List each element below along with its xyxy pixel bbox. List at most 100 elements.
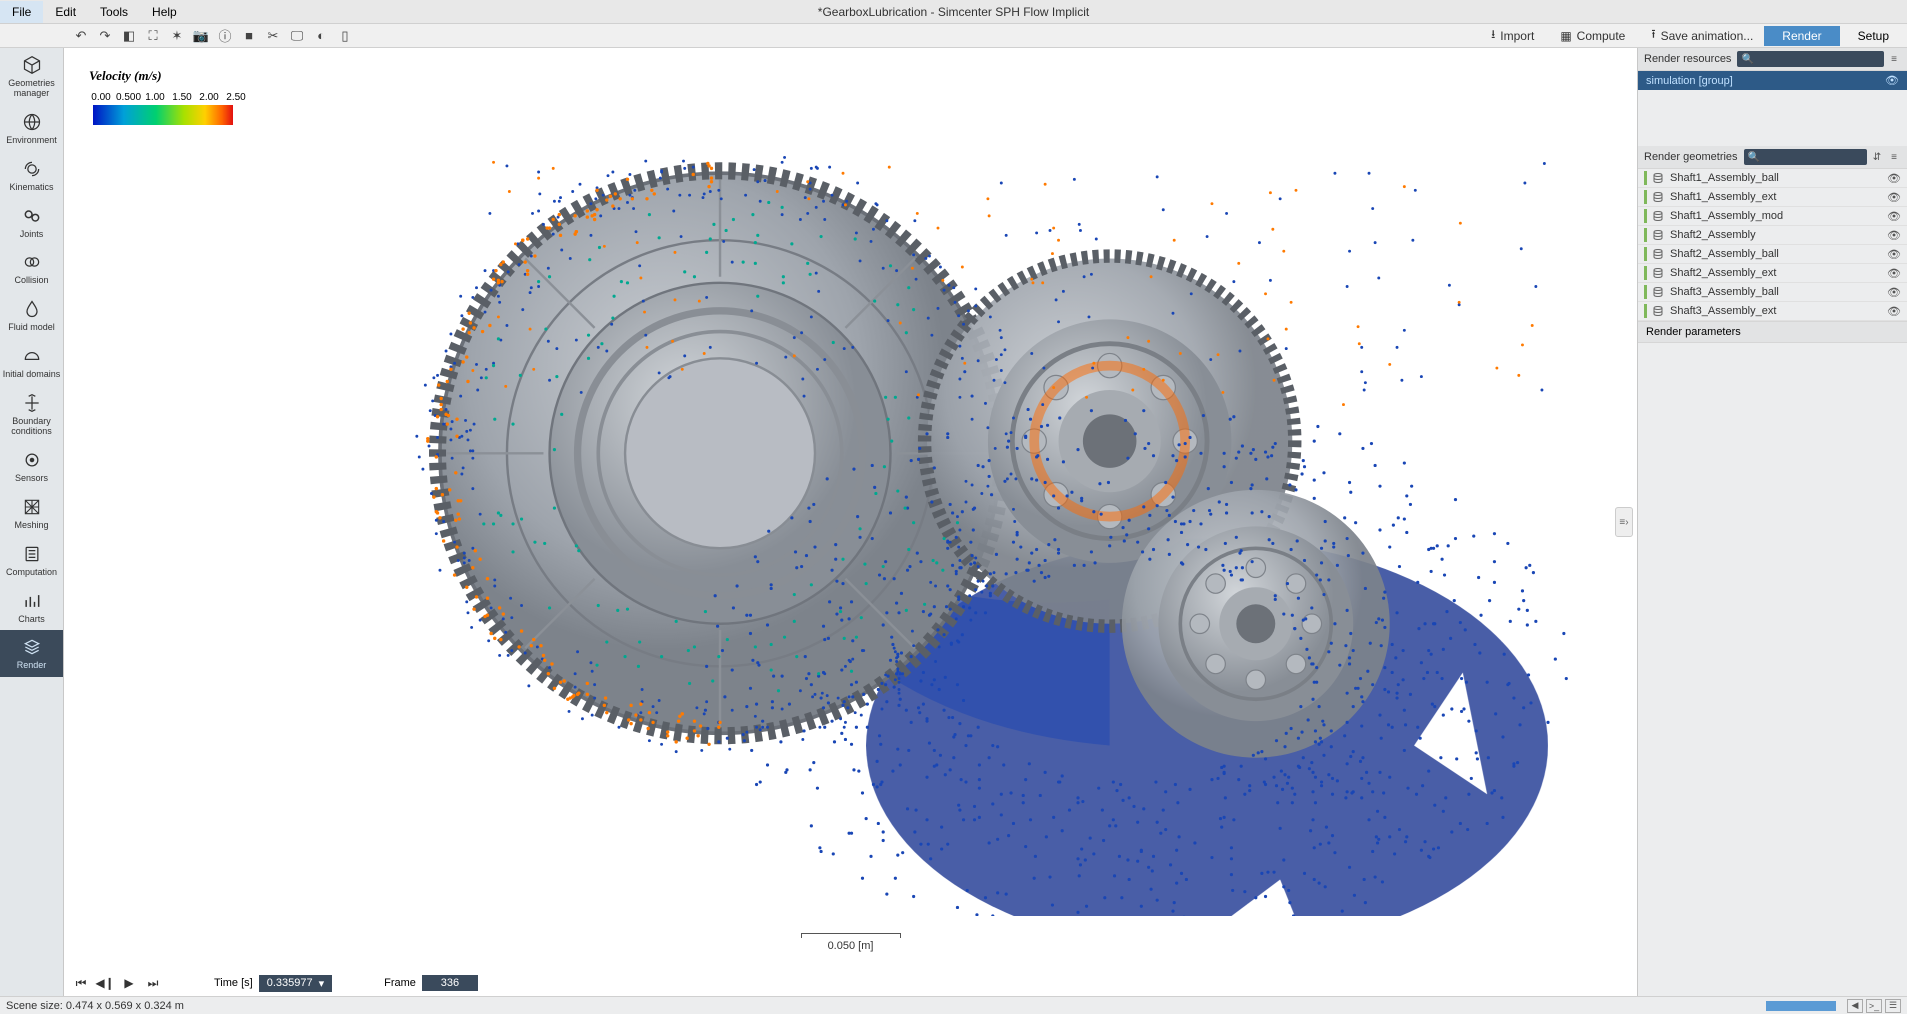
geometries-search[interactable]: 🔍 bbox=[1744, 149, 1867, 165]
sidebar-item-render[interactable]: Render bbox=[0, 630, 63, 677]
tab-setup[interactable]: Setup bbox=[1840, 26, 1907, 46]
crop-icon[interactable]: ✂ bbox=[262, 26, 284, 46]
timeline: ⏮ ◀❙ ▶ ⏭ Time [s] 0.335977▾ Frame 336 bbox=[72, 972, 1629, 994]
right-panel: Render resources 🔍 ≡ simulation [group] … bbox=[1637, 48, 1907, 996]
globe-icon bbox=[21, 111, 43, 133]
sidebar-label: Environment bbox=[6, 136, 57, 146]
menu-tools[interactable]: Tools bbox=[88, 1, 140, 23]
sidebar-item-kinematics[interactable]: Kinematics bbox=[0, 152, 63, 199]
sidebar-label: Sensors bbox=[15, 474, 48, 484]
chart-icon bbox=[21, 590, 43, 612]
step-back-icon[interactable]: ◀❙ bbox=[96, 974, 114, 992]
time-select[interactable]: 0.335977▾ bbox=[259, 975, 332, 992]
geometry-item[interactable]: Shaft1_Assembly_ball👁 bbox=[1638, 169, 1907, 188]
video-icon[interactable]: ■ bbox=[238, 26, 260, 46]
eye-icon[interactable]: 👁 bbox=[1887, 172, 1901, 185]
collision-icon bbox=[21, 251, 43, 273]
eye-icon[interactable]: 👁 bbox=[1887, 267, 1901, 280]
sidebar-item-environment[interactable]: Environment bbox=[0, 105, 63, 152]
menu-help[interactable]: Help bbox=[140, 1, 189, 23]
sidebar-item-initial-domains[interactable]: Initial domains bbox=[0, 339, 63, 386]
geometry-item[interactable]: Shaft3_Assembly_ext👁 bbox=[1638, 302, 1907, 321]
frame-value[interactable]: 336 bbox=[422, 975, 478, 991]
sidebar-item-geometries[interactable]: Geometries manager bbox=[0, 48, 63, 105]
geometry-name: Shaft2_Assembly_ball bbox=[1670, 248, 1887, 260]
undo-icon[interactable]: ↶ bbox=[70, 26, 92, 46]
geometry-name: Shaft3_Assembly_ext bbox=[1670, 305, 1887, 317]
menu-bar: File Edit Tools Help *GearboxLubrication… bbox=[0, 0, 1907, 24]
collapse-view-icon[interactable]: ✶ bbox=[166, 26, 188, 46]
sidebar-item-charts[interactable]: Charts bbox=[0, 584, 63, 631]
camera-icon[interactable]: 📷 bbox=[190, 26, 212, 46]
target-icon bbox=[21, 449, 43, 471]
console-icon[interactable]: >_ bbox=[1866, 999, 1882, 1013]
sidebar-item-fluid[interactable]: Fluid model bbox=[0, 292, 63, 339]
sidebar-label: Initial domains bbox=[3, 370, 61, 380]
skip-end-icon[interactable]: ⏭ bbox=[144, 974, 162, 992]
geometry-item[interactable]: Shaft2_Assembly_ext👁 bbox=[1638, 264, 1907, 283]
info-icon[interactable]: ⓘ bbox=[214, 26, 236, 46]
render-parameters-header: Render parameters bbox=[1638, 321, 1907, 343]
contrast-icon[interactable]: ◐ bbox=[310, 26, 332, 46]
sidebar-item-meshing[interactable]: Meshing bbox=[0, 490, 63, 537]
sidebar-item-sensors[interactable]: Sensors bbox=[0, 443, 63, 490]
screen-icon[interactable]: 🖵 bbox=[286, 26, 308, 46]
geometry-item[interactable]: Shaft1_Assembly_mod👁 bbox=[1638, 207, 1907, 226]
sidebar-label: Collision bbox=[14, 276, 48, 286]
cube-view-icon[interactable]: ◧ bbox=[118, 26, 140, 46]
eye-icon[interactable]: 👁 bbox=[1885, 74, 1899, 87]
expand-panel-icon[interactable]: ≡› bbox=[1615, 507, 1633, 537]
import-button[interactable]: ⭳Import bbox=[1480, 26, 1545, 46]
sidebar-item-boundary[interactable]: Boundary conditions bbox=[0, 386, 63, 443]
geometry-name: Shaft2_Assembly bbox=[1670, 229, 1887, 241]
sidebar-label: Charts bbox=[18, 615, 45, 625]
menu-file[interactable]: File bbox=[0, 1, 43, 23]
sidebar-item-collision[interactable]: Collision bbox=[0, 245, 63, 292]
progress-bar bbox=[1766, 1001, 1836, 1011]
sort-icon[interactable]: ⇵ bbox=[1870, 150, 1884, 164]
eye-icon[interactable]: 👁 bbox=[1887, 305, 1901, 318]
database-icon bbox=[1652, 248, 1664, 260]
geometry-item[interactable]: Shaft2_Assembly_ball👁 bbox=[1638, 245, 1907, 264]
menu-edit[interactable]: Edit bbox=[43, 1, 88, 23]
layers-icon bbox=[21, 636, 43, 658]
window-title: *GearboxLubrication - Simcenter SPH Flow… bbox=[818, 5, 1089, 19]
skip-start-icon[interactable]: ⏮ bbox=[72, 974, 90, 992]
tab-render[interactable]: Render bbox=[1764, 26, 1839, 46]
resource-row-simulation[interactable]: simulation [group] 👁 bbox=[1638, 71, 1907, 90]
geometry-item[interactable]: Shaft2_Assembly👁 bbox=[1638, 226, 1907, 245]
eye-icon[interactable]: 👁 bbox=[1887, 191, 1901, 204]
list-icon[interactable]: ☰ bbox=[1885, 999, 1901, 1013]
geometries-list: Shaft1_Assembly_ball👁Shaft1_Assembly_ext… bbox=[1638, 169, 1907, 321]
resources-search[interactable]: 🔍 bbox=[1737, 51, 1884, 67]
geometry-name: Shaft1_Assembly_ext bbox=[1670, 191, 1887, 203]
filter-icon[interactable]: ≡ bbox=[1887, 52, 1901, 66]
sidebar-label: Geometries manager bbox=[2, 79, 61, 99]
save-animation-button[interactable]: ⭱Save animation... bbox=[1640, 26, 1764, 46]
filter-icon[interactable]: ≡ bbox=[1887, 150, 1901, 164]
eye-icon[interactable]: 👁 bbox=[1887, 248, 1901, 261]
geometry-item[interactable]: Shaft1_Assembly_ext👁 bbox=[1638, 188, 1907, 207]
play-icon[interactable]: ▶ bbox=[120, 974, 138, 992]
eye-icon[interactable]: 👁 bbox=[1887, 210, 1901, 223]
battery-icon[interactable]: ▯ bbox=[334, 26, 356, 46]
chain-icon bbox=[21, 205, 43, 227]
sidebar-item-computation[interactable]: Computation bbox=[0, 537, 63, 584]
eye-icon[interactable]: 👁 bbox=[1887, 229, 1901, 242]
drop-icon bbox=[21, 298, 43, 320]
redo-icon[interactable]: ↷ bbox=[94, 26, 116, 46]
frame-label: Frame bbox=[384, 977, 416, 989]
nav-left-icon[interactable]: ◀ bbox=[1847, 999, 1863, 1013]
toolbar: ↶ ↷ ◧ ⛶ ✶ 📷 ⓘ ■ ✂ 🖵 ◐ ▯ ⭳Import ▦Compute… bbox=[0, 24, 1907, 48]
sidebar-item-joints[interactable]: Joints bbox=[0, 199, 63, 246]
calc-icon bbox=[21, 543, 43, 565]
chevron-down-icon: ▾ bbox=[319, 977, 325, 990]
search-icon: 🔍 bbox=[1744, 152, 1764, 163]
geometry-item[interactable]: Shaft3_Assembly_ball👁 bbox=[1638, 283, 1907, 302]
viewport-3d[interactable]: Velocity (m/s) 0.000.5001.001.502.002.50 bbox=[64, 48, 1637, 996]
eye-icon[interactable]: 👁 bbox=[1887, 286, 1901, 299]
compute-button[interactable]: ▦Compute bbox=[1549, 26, 1636, 46]
sidebar-label: Kinematics bbox=[9, 183, 53, 193]
fit-view-icon[interactable]: ⛶ bbox=[142, 26, 164, 46]
simulation-render bbox=[204, 88, 1577, 916]
